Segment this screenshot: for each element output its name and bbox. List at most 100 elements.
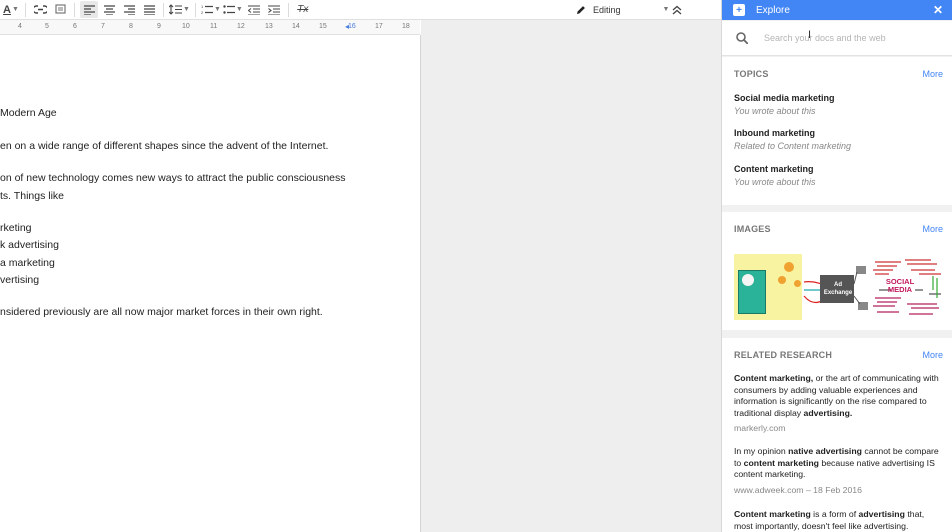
svg-text:2: 2 — [201, 10, 204, 15]
images-card: IMAGES More Ad Exchange SOCIAL MEDIA — [722, 212, 952, 330]
topic-subtitle: Related to Content marketing — [734, 141, 852, 151]
coin-illustration — [794, 280, 801, 287]
ruler-number: 5 — [45, 23, 49, 30]
research-source[interactable]: www.adweek.com – 18 Feb 2016 — [734, 485, 944, 497]
document-heading: Modern Age — [0, 107, 57, 119]
numbered-list-icon: 12 — [201, 4, 213, 15]
decrease-indent-icon — [247, 4, 260, 15]
clear-formatting-icon: Tx — [297, 4, 309, 15]
topic-name: Inbound marketing — [734, 128, 815, 138]
search-input[interactable] — [762, 32, 936, 44]
editing-mode-dropdown[interactable]: Editing ▼ — [576, 0, 669, 19]
clear-formatting-button[interactable]: Tx — [294, 1, 312, 18]
ruler-number: 13 — [265, 23, 273, 30]
decrease-indent-button[interactable] — [245, 1, 263, 18]
document-page[interactable]: Modern Age en on a wide range of differe… — [0, 35, 421, 532]
document-paragraph: ts. Things like — [0, 190, 64, 202]
document-list-item: rketing — [0, 222, 32, 234]
ruler-number: 4 — [18, 23, 22, 30]
double-chevron-up-icon — [672, 5, 682, 14]
document-list-item: k advertising — [0, 239, 59, 251]
ruler[interactable]: 4 5 6 7 8 9 10 11 12 13 14 15 ◂ 16 17 18 — [0, 20, 420, 35]
align-right-icon — [123, 4, 135, 15]
related-research-card: RELATED RESEARCH More Content marketing,… — [722, 338, 952, 532]
research-item[interactable]: Content marketing, or the art of communi… — [734, 373, 944, 435]
document-paragraph: nsidered previously are all now major ma… — [0, 306, 323, 318]
bulleted-list-icon — [223, 5, 235, 14]
document-paragraph: en on a wide range of different shapes s… — [0, 140, 329, 152]
image-thumbnail[interactable] — [734, 254, 802, 320]
pencil-icon — [577, 5, 585, 14]
text-color-button[interactable]: A ▼ — [2, 1, 20, 18]
topics-title: TOPICS — [734, 69, 769, 79]
svg-text:1: 1 — [201, 4, 204, 9]
bulleted-list-button[interactable]: ▼ — [223, 1, 243, 18]
ruler-number: 11 — [210, 23, 218, 30]
numbered-list-button[interactable]: 12 ▼ — [201, 1, 221, 18]
research-snippet: In my opinion native advertising cannot … — [734, 446, 939, 479]
chevron-down-icon: ▼ — [662, 6, 670, 13]
topics-more-link[interactable]: More — [922, 69, 943, 79]
insert-link-button[interactable] — [31, 1, 49, 18]
canvas-background — [421, 20, 721, 532]
ruler-number: 8 — [129, 23, 133, 30]
toolbar-divider — [287, 2, 289, 17]
topic-name: Social media marketing — [734, 93, 835, 103]
line-spacing-icon — [169, 4, 182, 15]
research-snippet: Content marketing is a form of advertisi… — [734, 509, 925, 531]
research-source[interactable]: markerly.com — [734, 423, 944, 435]
increase-indent-button[interactable] — [265, 1, 283, 18]
justify-icon — [143, 4, 155, 15]
search-icon[interactable] — [736, 32, 748, 44]
topic-item[interactable]: Inbound marketing Related to Content mar… — [734, 128, 851, 151]
chevron-down-icon: ▼ — [12, 6, 19, 13]
chevron-down-icon: ▼ — [213, 6, 221, 13]
document-list-item: a marketing — [0, 257, 55, 269]
editing-mode-label: Editing — [593, 4, 621, 15]
link-icon — [33, 5, 47, 14]
images-more-link[interactable]: More — [922, 224, 943, 234]
research-item[interactable]: Content marketing is a form of advertisi… — [734, 509, 944, 532]
toolbar-divider — [74, 2, 75, 17]
toolbar-divider — [25, 2, 26, 17]
comment-icon — [54, 4, 66, 14]
close-icon[interactable]: ✕ — [933, 3, 943, 17]
explore-panel: + Explore ✕ TOPICS More Social media mar… — [721, 0, 952, 532]
research-more-link[interactable]: More — [922, 350, 943, 360]
coin-illustration — [778, 276, 786, 284]
ruler-number: 6 — [73, 23, 77, 30]
ad-exchange-label: Ad Exchange — [823, 282, 853, 296]
align-right-button[interactable] — [120, 1, 138, 18]
justify-button[interactable] — [140, 1, 158, 18]
text-color-icon: A — [3, 3, 11, 16]
ruler-number: 17 — [375, 23, 383, 30]
research-item[interactable]: In my opinion native advertising cannot … — [734, 446, 944, 496]
ruler-number: 10 — [182, 23, 190, 30]
text-cursor-icon: I — [808, 29, 812, 41]
ruler-number: 16 — [348, 23, 356, 30]
topic-subtitle: You wrote about this — [734, 177, 816, 187]
topic-item[interactable]: Content marketing You wrote about this — [734, 164, 816, 187]
explore-icon: + — [733, 4, 745, 16]
line-spacing-button[interactable]: ▼ — [169, 1, 190, 18]
align-center-button[interactable] — [100, 1, 118, 18]
explore-header: + Explore ✕ — [722, 0, 952, 20]
research-title: RELATED RESEARCH — [734, 350, 833, 360]
image-thumbnail[interactable]: Ad Exchange — [802, 254, 870, 320]
ruler-number: 7 — [101, 23, 105, 30]
lightbulb-icon — [742, 274, 754, 286]
ruler-number: 12 — [237, 23, 245, 30]
chevron-down-icon: ▼ — [235, 6, 243, 13]
ruler-number: 18 — [402, 23, 410, 30]
topic-subtitle: You wrote about this — [734, 106, 816, 116]
align-left-button[interactable] — [80, 1, 98, 18]
coin-illustration — [784, 262, 794, 272]
image-thumbnail[interactable]: SOCIAL MEDIA — [871, 254, 942, 320]
insert-comment-button[interactable] — [51, 1, 69, 18]
document-list-item: vertising — [0, 274, 40, 286]
collapse-toolbar-button[interactable] — [672, 0, 682, 19]
chevron-down-icon: ▼ — [183, 6, 190, 13]
toolbar-divider — [194, 2, 196, 17]
topic-item[interactable]: Social media marketing You wrote about t… — [734, 93, 835, 116]
increase-indent-icon — [267, 4, 280, 15]
